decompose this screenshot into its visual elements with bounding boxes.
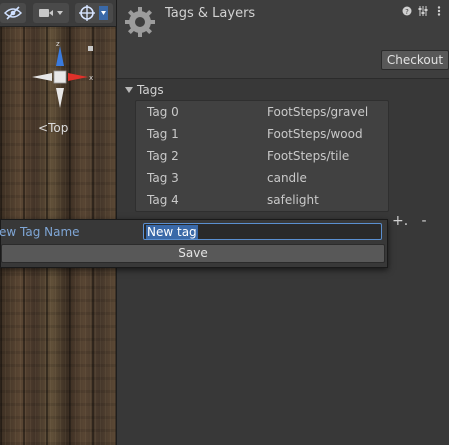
- add-tag-button[interactable]: +.: [392, 213, 408, 229]
- gizmo-icon: [79, 5, 109, 21]
- inspector-title: Tags & Layers: [165, 6, 256, 21]
- orientation-gizmo[interactable]: z x: [26, 38, 96, 118]
- remove-tag-button[interactable]: -: [416, 213, 432, 229]
- gizmo-center-cube[interactable]: [53, 70, 67, 84]
- gizmo-x-cone[interactable]: [68, 73, 88, 81]
- help-icon[interactable]: ?: [402, 6, 412, 18]
- list-item[interactable]: Tag 2 FootSteps/tile: [136, 145, 388, 167]
- tag-name: Tag 3: [147, 171, 179, 185]
- projection-icon: <: [38, 121, 49, 135]
- gizmo-y-stub[interactable]: [88, 46, 93, 51]
- tag-value[interactable]: FootSteps/wood: [267, 127, 363, 141]
- tags-foldout[interactable]: Tags: [125, 83, 164, 97]
- save-button[interactable]: Save: [1, 244, 385, 263]
- tags-foldout-label: Tags: [137, 83, 164, 97]
- gizmo-neg-z-cone[interactable]: [56, 88, 64, 108]
- settings-gear-icon: [123, 5, 157, 39]
- gizmo-x-label: x: [89, 74, 93, 82]
- tag-name: Tag 4: [147, 193, 179, 207]
- tags-list: Tag 0 FootSteps/gravel Tag 1 FootSteps/w…: [135, 100, 389, 212]
- tag-name: Tag 2: [147, 149, 179, 163]
- scene-view-orientation-label[interactable]: <Top: [38, 121, 68, 135]
- tag-value[interactable]: FootSteps/gravel: [267, 105, 368, 119]
- list-item[interactable]: Tag 3 candle: [136, 167, 388, 189]
- tag-name: Tag 1: [147, 127, 179, 141]
- inspector-header: Tags & Layers ? Checkout: [117, 0, 449, 79]
- tag-name: Tag 0: [147, 105, 179, 119]
- gizmo-z-cone[interactable]: [56, 46, 64, 66]
- camera-icon: [38, 7, 64, 19]
- more-options-icon[interactable]: [434, 6, 444, 18]
- preset-icon[interactable]: [418, 6, 428, 18]
- foldout-arrow-icon: [125, 87, 133, 93]
- list-item[interactable]: Tag 0 FootSteps/gravel: [136, 101, 388, 123]
- gizmo-dropdown[interactable]: [75, 3, 113, 23]
- new-tag-name-value: New tag: [146, 225, 198, 239]
- svg-text:?: ?: [405, 8, 409, 16]
- gizmo-z-label: z: [56, 40, 60, 48]
- scene-toolbar: [0, 0, 116, 27]
- new-tag-name-input[interactable]: New tag: [143, 223, 382, 240]
- inspector-tool-icons: ?: [402, 6, 444, 18]
- camera-dropdown[interactable]: [33, 3, 69, 23]
- list-item[interactable]: Tag 4 safelight: [136, 189, 388, 211]
- gizmo-neg-x-cone[interactable]: [32, 73, 52, 81]
- list-item[interactable]: Tag 1 FootSteps/wood: [136, 123, 388, 145]
- new-tag-name-label: ew Tag Name: [0, 225, 80, 239]
- tag-value[interactable]: candle: [267, 171, 307, 185]
- tag-value[interactable]: FootSteps/tile: [267, 149, 349, 163]
- visibility-toggle-button[interactable]: [0, 3, 26, 23]
- visibility-toggle-icon: [4, 6, 22, 20]
- tag-value[interactable]: safelight: [267, 193, 319, 207]
- checkout-button[interactable]: Checkout: [381, 50, 449, 70]
- new-tag-popup: ew Tag Name New tag Save: [0, 219, 388, 268]
